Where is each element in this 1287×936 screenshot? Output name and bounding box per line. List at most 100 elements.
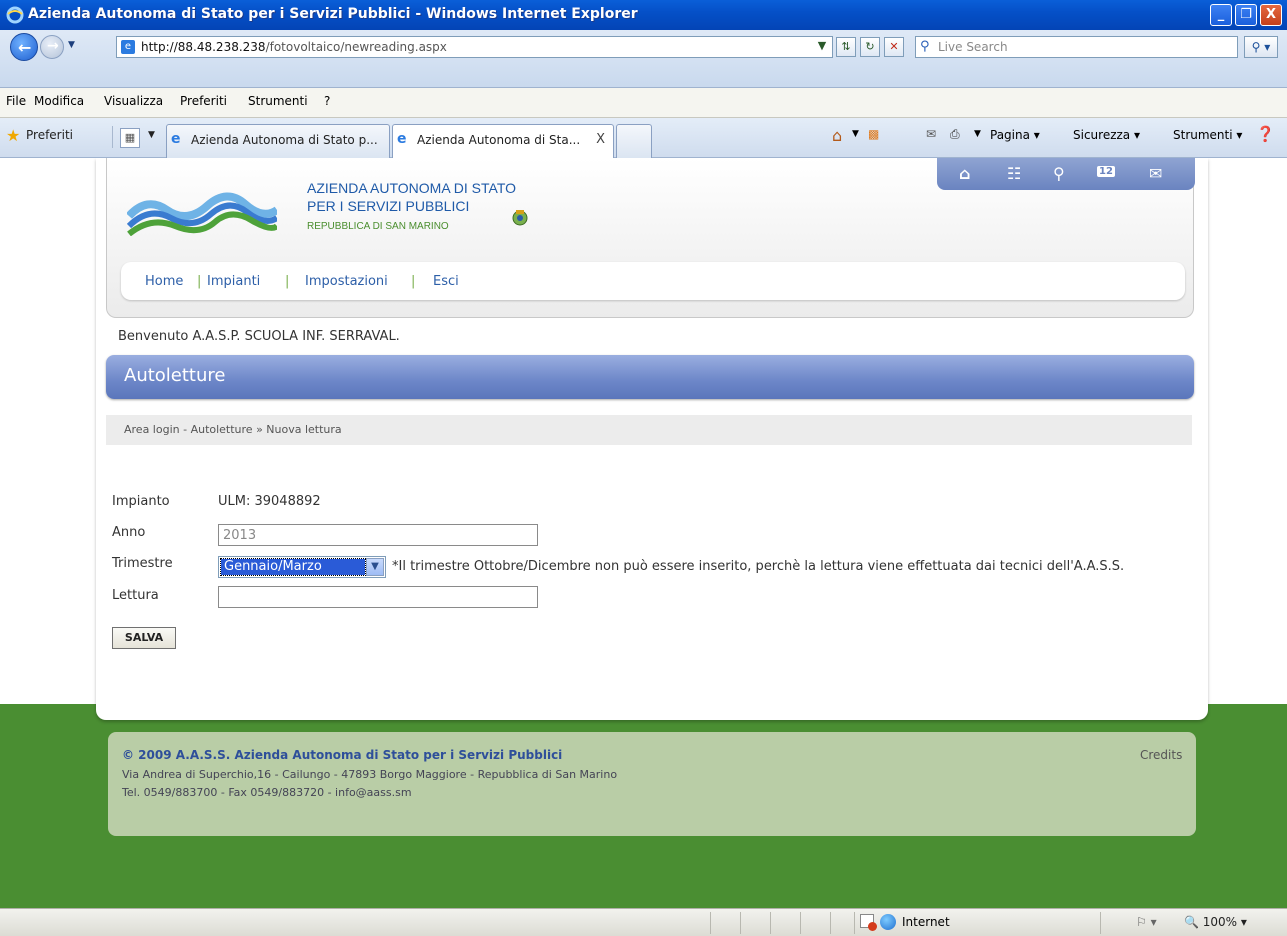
- print-icon[interactable]: ⎙: [950, 127, 960, 142]
- nav-home[interactable]: Home: [145, 274, 183, 289]
- back-button[interactable]: ←: [10, 33, 38, 61]
- breadcrumb-text[interactable]: Area login - Autoletture » Nuova lettura: [124, 423, 342, 436]
- calendar-icon[interactable]: 12: [1097, 166, 1115, 177]
- address-toolbar: ← → ▼ e http://88.48.238.238/fotovoltaic…: [0, 30, 1287, 88]
- trimestre-label: Trimestre: [112, 556, 173, 571]
- credits-link[interactable]: Credits: [1140, 748, 1182, 762]
- compatibility-view-icon[interactable]: ⇅: [836, 37, 856, 57]
- anno-field[interactable]: 2013: [218, 524, 538, 546]
- nav-separator: |: [411, 274, 416, 289]
- menu-security[interactable]: Sicurezza ▾: [1073, 128, 1140, 142]
- menu-tools[interactable]: Strumenti ▾: [1173, 128, 1242, 142]
- status-cell: [800, 912, 801, 934]
- footer-copyright: © 2009 A.A.S.S. Azienda Autonoma di Stat…: [122, 748, 563, 762]
- nav-impostazioni[interactable]: Impostazioni: [305, 274, 388, 289]
- home-icon[interactable]: ⌂: [832, 126, 842, 145]
- zoom-level[interactable]: 🔍 100% ▾: [1184, 915, 1247, 929]
- nav-impianti[interactable]: Impianti: [207, 274, 260, 289]
- impianto-value: ULM: 39048892: [218, 494, 321, 509]
- help-icon[interactable]: ❓: [1256, 125, 1275, 143]
- sitemap-icon[interactable]: ☷: [1007, 164, 1021, 183]
- menu-help[interactable]: ?: [324, 94, 330, 108]
- protected-mode-icon[interactable]: ⚐ ▾: [1136, 915, 1157, 929]
- site-search-icon[interactable]: ⚲: [1053, 164, 1065, 183]
- trimestre-select[interactable]: Gennaio/Marzo ▼: [218, 556, 386, 578]
- menu-file[interactable]: File: [6, 94, 26, 108]
- lettura-field[interactable]: [218, 586, 538, 608]
- search-go-button[interactable]: ⚲ ▾: [1244, 36, 1278, 58]
- search-icon: ⚲: [920, 39, 930, 54]
- stop-icon[interactable]: ✕: [884, 37, 904, 57]
- site-icon-bar: ⌂ ☷ ⚲ 12 ✉: [937, 158, 1195, 190]
- nav-separator: |: [197, 274, 202, 289]
- window-title: Azienda Autonoma di Stato per i Servizi …: [28, 6, 638, 22]
- read-mail-icon[interactable]: ✉: [926, 127, 936, 141]
- tab-label: Azienda Autonoma di Stato p...: [191, 133, 378, 147]
- site-header: AZIENDA AUTONOMA DI STATO PER I SERVIZI …: [106, 158, 1195, 318]
- org-country: REPUBBLICA DI SAN MARINO: [307, 221, 449, 232]
- aass-logo-icon: [127, 192, 277, 236]
- feeds-icon[interactable]: ▩: [868, 127, 879, 141]
- status-cell: [1100, 912, 1101, 934]
- favorites-star-icon[interactable]: ★: [6, 126, 20, 145]
- window-titlebar: Azienda Autonoma di Stato per i Servizi …: [0, 0, 1287, 30]
- contact-mail-icon[interactable]: ✉: [1149, 164, 1162, 183]
- status-cell: [770, 912, 771, 934]
- internet-zone-icon: [880, 914, 896, 930]
- breadcrumb: Area login - Autoletture » Nuova lettura: [106, 415, 1192, 445]
- close-tab-icon[interactable]: X: [596, 132, 605, 147]
- favorites-button[interactable]: Preferiti: [26, 128, 73, 142]
- popup-blocked-icon[interactable]: [860, 914, 877, 931]
- tab-ie-icon: e: [397, 131, 407, 147]
- search-placeholder: Live Search: [938, 40, 1008, 54]
- status-cell: [830, 912, 831, 934]
- org-name-line2: PER I SERVIZI PUBBLICI: [307, 198, 470, 214]
- home-dropdown-icon[interactable]: ▼: [852, 129, 859, 139]
- print-dropdown-icon[interactable]: ▼: [974, 129, 981, 139]
- recent-pages-dropdown-icon[interactable]: ▼: [68, 40, 75, 50]
- lettura-label: Lettura: [112, 588, 159, 603]
- zoom-value: 100%: [1202, 915, 1238, 929]
- menu-modifica[interactable]: Modifica: [34, 94, 84, 108]
- trimestre-note: *Il trimestre Ottobre/Dicembre non può e…: [392, 559, 1125, 574]
- site-footer: © 2009 A.A.S.S. Azienda Autonoma di Stat…: [108, 732, 1196, 836]
- menu-visualizza[interactable]: Visualizza: [104, 94, 163, 108]
- security-zone: Internet: [902, 915, 950, 929]
- site-home-icon[interactable]: ⌂: [959, 164, 970, 183]
- status-cell: [710, 912, 711, 934]
- page-viewport: AZIENDA AUTONOMA DI STATO PER I SERVIZI …: [0, 158, 1287, 908]
- tab-ie-icon: e: [171, 131, 181, 147]
- status-cell: [854, 912, 855, 934]
- anno-label: Anno: [112, 525, 146, 540]
- menu-strumenti[interactable]: Strumenti: [248, 94, 308, 108]
- page-card: AZIENDA AUTONOMA DI STATO PER I SERVIZI …: [96, 158, 1208, 720]
- menu-preferiti[interactable]: Preferiti: [180, 94, 227, 108]
- site-nav: Home | Impianti | Impostazioni | Esci: [121, 262, 1185, 300]
- page-icon: e: [121, 40, 135, 54]
- chevron-down-icon[interactable]: ▼: [366, 558, 384, 576]
- menu-page[interactable]: Pagina ▾: [990, 128, 1040, 142]
- tab-list-dropdown-icon[interactable]: ▼: [148, 130, 155, 140]
- nav-esci[interactable]: Esci: [433, 274, 459, 289]
- search-input[interactable]: ⚲ Live Search: [915, 36, 1238, 58]
- address-dropdown-icon[interactable]: ▼: [813, 37, 831, 55]
- address-bar[interactable]: e http://88.48.238.238/fotovoltaico/newr…: [116, 36, 833, 58]
- quick-tabs-icon[interactable]: ▦: [120, 128, 140, 148]
- separator: [112, 126, 113, 148]
- forward-button[interactable]: →: [40, 35, 64, 59]
- maximize-button[interactable]: ❐: [1235, 4, 1257, 26]
- tab-2-active[interactable]: e Azienda Autonoma di Sta... X: [392, 124, 614, 158]
- menu-bar: File Modifica Visualizza Preferiti Strum…: [0, 88, 1287, 118]
- section-title: Autoletture: [124, 365, 226, 386]
- forward-arrow-icon: →: [47, 38, 59, 54]
- impianto-label: Impianto: [112, 494, 170, 509]
- welcome-message: Benvenuto A.A.S.P. SCUOLA INF. SERRAVAL.: [118, 329, 400, 344]
- save-button[interactable]: SALVA: [112, 627, 176, 649]
- new-tab-button[interactable]: [616, 124, 652, 158]
- tab-1[interactable]: e Azienda Autonoma di Stato p...: [166, 124, 390, 158]
- status-bar: Internet ⚐ ▾ 🔍 100% ▾: [0, 908, 1287, 936]
- refresh-icon[interactable]: ↻: [860, 37, 880, 57]
- close-window-button[interactable]: X: [1260, 4, 1282, 26]
- minimize-button[interactable]: _: [1210, 4, 1232, 26]
- nav-separator: |: [285, 274, 290, 289]
